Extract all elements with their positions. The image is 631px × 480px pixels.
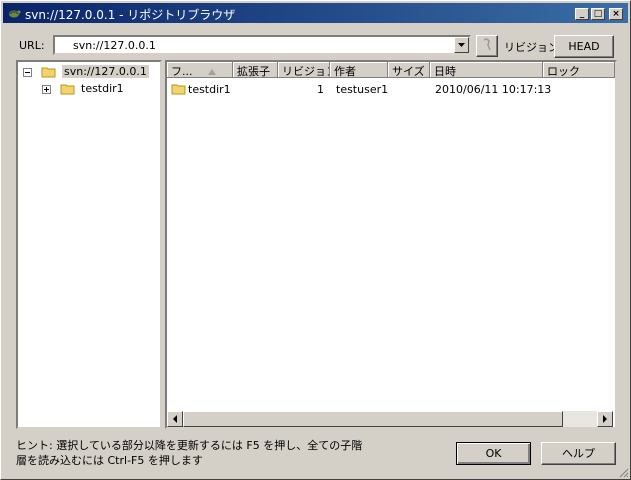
hint-text-line2: 層を読み込むには Ctrl-F5 を押します (16, 454, 203, 467)
collapse-icon[interactable] (23, 67, 32, 77)
repo-browser-window: svn://127.0.0.1 - リポジトリブラウザ _ □ × URL: s… (0, 0, 631, 480)
repository-tree[interactable]: svn://127.0.0.1 testdir1 (16, 60, 162, 429)
minimize-button[interactable]: _ (575, 8, 589, 20)
url-combobox[interactable]: svn://127.0.0.1 (53, 35, 471, 55)
window-title: svn://127.0.0.1 - リポジトリブラウザ (25, 8, 236, 22)
column-header-date[interactable]: 日時 (430, 62, 543, 78)
scrollbar-thumb[interactable] (183, 411, 563, 427)
arrow-left-icon (173, 415, 177, 423)
column-header-author[interactable]: 作者 (330, 62, 388, 78)
scroll-right-button[interactable] (597, 411, 613, 427)
table-row[interactable]: testdir1 1 testuser1 2010/06/11 10:17:13 (167, 80, 615, 98)
tree-item-label: testdir1 (81, 82, 124, 95)
file-list[interactable]: フ... 拡張子 リビジョン 作者 サイズ 日時 ロック testdir1 1 … (165, 60, 617, 429)
maximize-button[interactable]: □ (591, 8, 605, 20)
help-button[interactable]: ヘルプ (541, 442, 616, 465)
folder-icon (60, 84, 74, 95)
cell-date: 2010/06/11 10:17:13 (435, 83, 552, 96)
resize-grip-icon[interactable] (617, 466, 629, 478)
column-header-size[interactable]: サイズ (388, 62, 430, 78)
title-bar[interactable]: svn://127.0.0.1 - リポジトリブラウザ _ □ × (3, 3, 628, 23)
head-revision-button[interactable]: HEAD (554, 35, 614, 58)
folder-open-icon (41, 67, 55, 78)
arrow-right-icon (603, 415, 607, 423)
browse-button[interactable] (476, 35, 498, 57)
scroll-left-button[interactable] (167, 411, 183, 427)
column-header-extension[interactable]: 拡張子 (233, 62, 278, 78)
column-header-revision[interactable]: リビジョン (278, 62, 330, 78)
folder-icon (171, 84, 186, 95)
dropdown-button[interactable] (454, 37, 469, 53)
url-label: URL: (19, 39, 45, 52)
expand-icon[interactable] (42, 84, 51, 94)
cell-name: testdir1 (188, 83, 231, 96)
tortoise-icon (9, 10, 21, 18)
column-header-lock[interactable]: ロック (543, 62, 615, 78)
horizontal-scrollbar[interactable] (167, 411, 613, 427)
tree-item-label: svn://127.0.0.1 (62, 65, 149, 78)
cell-revision: 1 (317, 83, 324, 96)
tree-item-testdir1[interactable]: testdir1 (42, 82, 124, 96)
ok-button[interactable]: OK (456, 442, 531, 465)
sort-ascending-icon (208, 69, 216, 75)
hint-text-line1: ヒント: 選択している部分以降を更新するには F5 を押し、全ての子階 (16, 439, 363, 452)
url-value: svn://127.0.0.1 (73, 39, 156, 52)
chevron-down-icon (458, 43, 465, 47)
navigate-icon (483, 38, 491, 51)
column-header-name[interactable]: フ... (167, 62, 233, 78)
close-button[interactable]: × (609, 8, 623, 20)
cell-author: testuser1 (336, 83, 389, 96)
tree-item-root[interactable]: svn://127.0.0.1 (23, 65, 149, 79)
